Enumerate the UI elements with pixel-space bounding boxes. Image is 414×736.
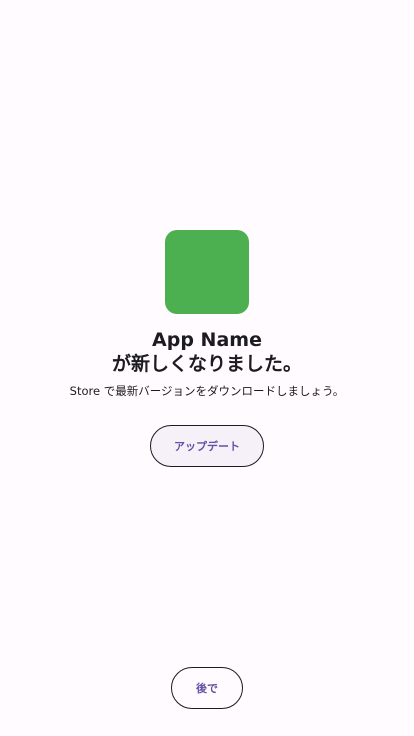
app-name-title: App Name [152,329,262,351]
update-message: Store で最新バージョンをダウンロードしましょう。 [69,384,345,398]
later-button[interactable]: 後で [171,667,243,709]
update-button[interactable]: アップデート [150,425,264,467]
update-title: が新しくなりました。 [111,353,302,375]
app-icon [165,230,249,314]
